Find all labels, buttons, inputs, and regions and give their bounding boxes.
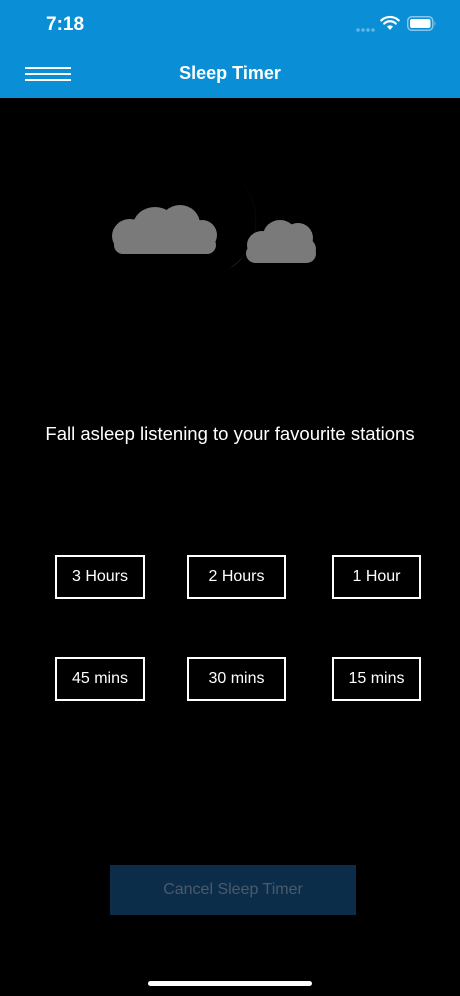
wifi-icon: [380, 15, 400, 30]
timer-option-3-hours[interactable]: 3 Hours: [55, 555, 145, 599]
battery-icon: [407, 16, 436, 31]
timer-option-45-mins[interactable]: 45 mins: [55, 657, 145, 701]
status-time: 7:18: [46, 14, 85, 35]
navigation-bar: Sleep Timer: [0, 50, 460, 98]
timer-option-15-mins[interactable]: 15 mins: [332, 657, 421, 701]
timer-option-30-mins[interactable]: 30 mins: [187, 657, 286, 701]
tagline: Fall asleep listening to your favourite …: [45, 423, 415, 444]
moon-clouds-icon: [112, 174, 316, 278]
cancel-sleep-timer-button[interactable]: Cancel Sleep Timer: [110, 865, 356, 915]
page-title: Sleep Timer: [179, 63, 281, 83]
status-bar: 7:18: [0, 0, 460, 50]
timer-option-2-hours[interactable]: 2 Hours: [187, 555, 286, 599]
signal-icon: [356, 28, 375, 32]
home-indicator[interactable]: [148, 981, 312, 986]
timer-option-1-hour[interactable]: 1 Hour: [332, 555, 421, 599]
